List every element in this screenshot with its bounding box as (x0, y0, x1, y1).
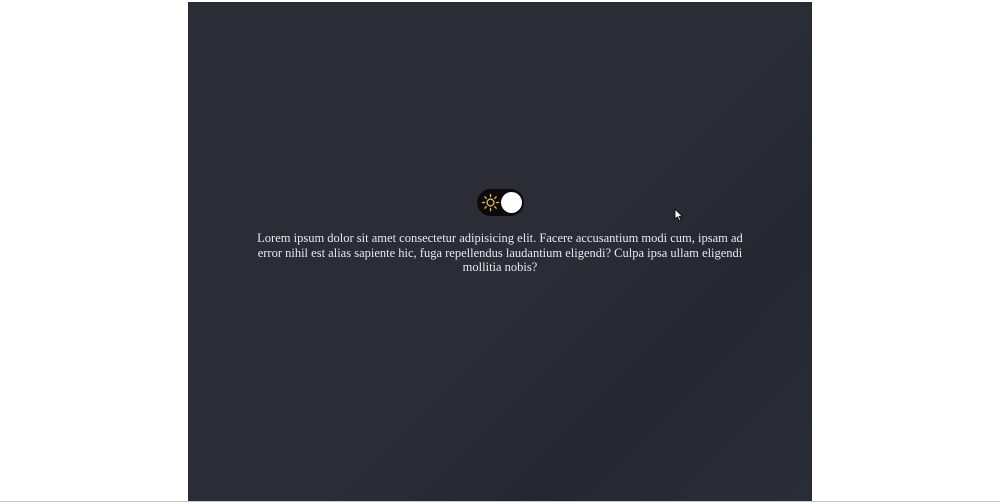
mouse-cursor-icon (674, 208, 683, 222)
dark-viewport: Lorem ipsum dolor sit amet consectetur a… (188, 2, 812, 501)
toggle-knob[interactable] (500, 192, 522, 213)
content-block: Lorem ipsum dolor sit amet consectetur a… (188, 189, 812, 287)
lorem-paragraph: Lorem ipsum dolor sit amet consectetur a… (257, 231, 743, 274)
sun-icon (481, 193, 499, 212)
browser-page: Lorem ipsum dolor sit amet consectetur a… (0, 0, 1000, 504)
theme-toggle[interactable] (476, 189, 524, 216)
window-bottom-edge (0, 501, 1000, 502)
